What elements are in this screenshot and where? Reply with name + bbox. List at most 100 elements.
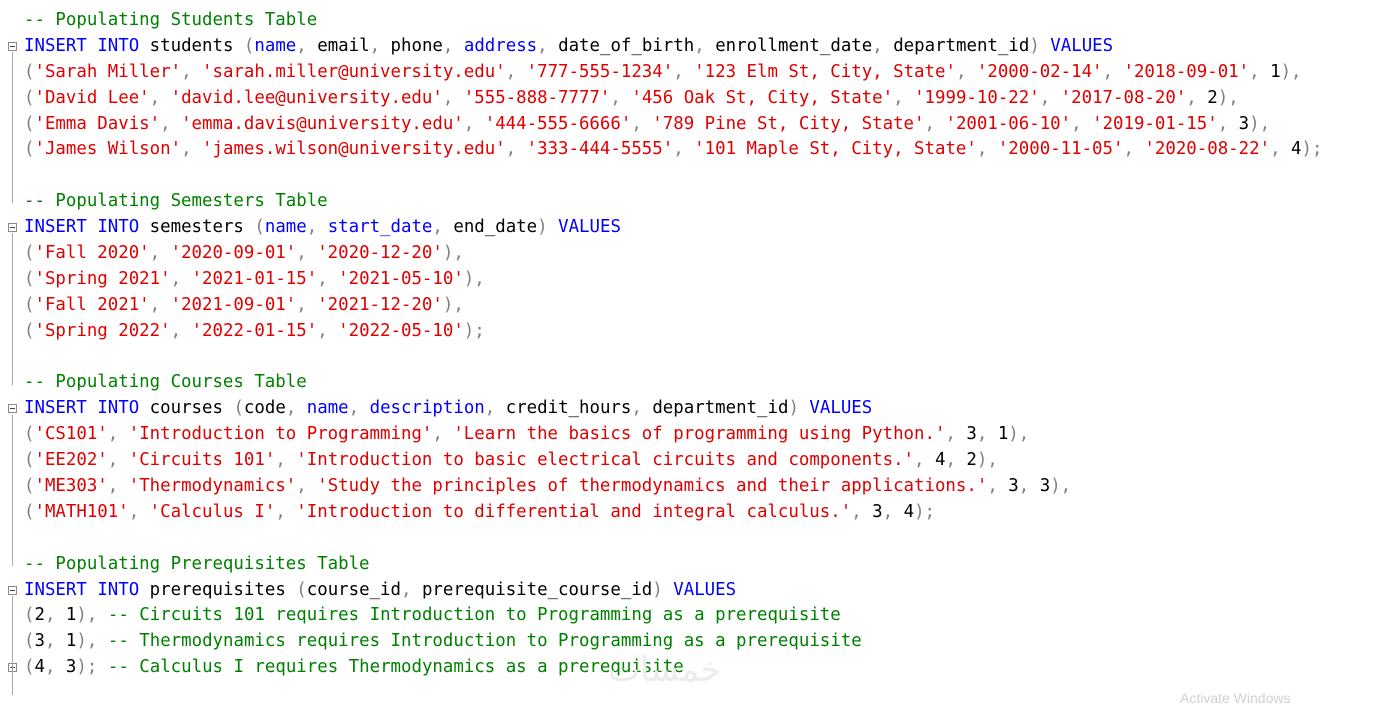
value: 'Spring 2021' xyxy=(34,268,171,289)
sql-comment: -- Populating Students Table xyxy=(24,10,318,30)
courses-comment-line[interactable]: -- Populating Courses Table xyxy=(0,370,1388,396)
punctuation: , xyxy=(1186,87,1208,108)
prerequisites-insert-line[interactable]: INSERT INTO prerequisites (course_id, pr… xyxy=(0,578,1388,604)
sql-keyword: INSERT xyxy=(24,579,87,600)
code-text: ('EE202', 'Circuits 101', 'Introduction … xyxy=(24,448,998,474)
students-value-row[interactable]: ('David Lee', 'david.lee@university.edu'… xyxy=(0,86,1388,112)
punctuation: , xyxy=(1102,61,1124,82)
courses-value-row[interactable]: ('MATH101', 'Calculus I', 'Introduction … xyxy=(0,500,1388,526)
collapse-toggle-icon[interactable] xyxy=(8,404,17,414)
punctuation: , xyxy=(484,398,506,419)
punctuation: , xyxy=(955,61,977,82)
value: '777-555-1234' xyxy=(526,61,674,82)
code-text: ('CS101', 'Introduction to Programming',… xyxy=(24,422,1029,448)
punctuation: , xyxy=(987,476,1009,497)
punctuation: ( xyxy=(296,579,307,600)
sql-keyword: VALUES xyxy=(1050,35,1114,56)
semesters-value-row[interactable]: ('Fall 2020', '2020-09-01', '2020-12-20'… xyxy=(0,241,1388,267)
semesters-value-row[interactable]: ('Spring 2021', '2021-01-15', '2021-05-1… xyxy=(0,267,1388,293)
punctuation: , xyxy=(275,450,297,471)
value: '789 Pine St, City, State' xyxy=(652,113,925,134)
semesters-comment-line[interactable]: -- Populating Semesters Table xyxy=(0,189,1388,215)
punctuation: ), xyxy=(442,294,464,315)
prerequisites-comment-line[interactable]: -- Populating Prerequisites Table xyxy=(0,552,1388,578)
code-text: INSERT INTO students (name, email, phone… xyxy=(24,34,1113,60)
punctuation: , xyxy=(882,501,904,522)
blank-line[interactable] xyxy=(0,163,1388,189)
students-value-row[interactable]: ('James Wilson', 'james.wilson@universit… xyxy=(0,137,1388,163)
punctuation: , xyxy=(432,424,454,445)
prerequisites-value-row[interactable]: (2, 1), -- Circuits 101 requires Introdu… xyxy=(0,603,1388,629)
punctuation: ) xyxy=(1029,35,1040,56)
collapse-toggle-icon[interactable] xyxy=(8,223,17,233)
courses-value-row[interactable]: ('CS101', 'Introduction to Programming',… xyxy=(0,422,1388,448)
punctuation: , xyxy=(149,294,171,315)
sql-keyword: INSERT xyxy=(24,217,87,238)
punctuation: , xyxy=(924,113,946,134)
code-text: INSERT INTO semesters (name, start_date,… xyxy=(24,215,621,241)
blank-line[interactable] xyxy=(0,526,1388,552)
punctuation: ( xyxy=(24,243,35,264)
value: 'Introduction to Programming' xyxy=(128,424,433,445)
punctuation: , xyxy=(432,217,454,238)
students-value-row[interactable]: ('Emma Davis', 'emma.davis@university.ed… xyxy=(0,112,1388,138)
value: 'Circuits 101' xyxy=(128,450,276,471)
punctuation: , xyxy=(1249,61,1271,82)
semesters-value-row[interactable]: ('Spring 2022', '2022-01-15', '2022-05-1… xyxy=(0,319,1388,345)
value: '2001-06-10' xyxy=(945,113,1072,134)
prerequisites-value-row[interactable]: (4, 3); -- Calculus I requires Thermodyn… xyxy=(0,655,1388,681)
column-name: start_date xyxy=(327,217,433,238)
sql-keyword: INSERT xyxy=(24,35,87,56)
column-name: email xyxy=(317,35,370,56)
sql-keyword: VALUES xyxy=(809,398,873,419)
sql-comment: -- Populating Courses Table xyxy=(24,372,307,393)
table-name: semesters xyxy=(139,217,255,238)
semesters-value-row[interactable]: ('Fall 2021', '2021-09-01', '2021-12-20'… xyxy=(0,293,1388,319)
courses-insert-line[interactable]: INSERT INTO courses (code, name, descrip… xyxy=(0,396,1388,422)
punctuation: , xyxy=(442,35,464,56)
punctuation: ), xyxy=(976,450,998,471)
punctuation: , xyxy=(976,424,998,445)
sql-editor[interactable]: -- Populating Students Table INSERT INTO … xyxy=(0,8,1388,696)
column-name: end_date xyxy=(453,217,538,238)
value: '2021-01-15' xyxy=(191,268,318,289)
courses-value-row[interactable]: ('EE202', 'Circuits 101', 'Introduction … xyxy=(0,448,1388,474)
students-insert-line[interactable]: INSERT INTO students (name, email, phone… xyxy=(0,34,1388,60)
value: '456 Oak St, City, State' xyxy=(631,87,894,108)
punctuation: , xyxy=(976,139,998,160)
table-name: prerequisites xyxy=(139,579,297,600)
blank-line[interactable] xyxy=(0,345,1388,371)
collapse-toggle-icon[interactable] xyxy=(8,41,17,51)
punctuation: , xyxy=(945,450,967,471)
students-value-row[interactable]: ('Sarah Miller', 'sarah.miller@universit… xyxy=(0,60,1388,86)
punctuation: , xyxy=(160,113,182,134)
punctuation: , xyxy=(296,476,318,497)
fold-guide-line xyxy=(12,414,13,566)
students-comment-line[interactable]: -- Populating Students Table xyxy=(0,8,1388,34)
value: 'Spring 2022' xyxy=(34,320,171,341)
courses-value-row[interactable]: ('ME303', 'Thermodynamics', 'Study the p… xyxy=(0,474,1388,500)
punctuation: ), xyxy=(1249,113,1271,134)
punctuation: ), xyxy=(442,243,464,264)
collapse-toggle-icon[interactable] xyxy=(8,585,17,595)
punctuation: ( xyxy=(24,320,35,341)
code-text: -- Populating Semesters Table xyxy=(24,189,328,215)
code-text: ('Spring 2021', '2021-01-15', '2021-05-1… xyxy=(24,267,485,293)
punctuation: , xyxy=(442,87,464,108)
punctuation: , xyxy=(694,35,716,56)
semesters-insert-line[interactable]: INSERT INTO semesters (name, start_date,… xyxy=(0,215,1388,241)
punctuation: , xyxy=(317,320,339,341)
value: 1 xyxy=(1270,61,1281,82)
value: 'Emma Davis' xyxy=(34,113,161,134)
punctuation: ), xyxy=(463,268,485,289)
punctuation: , xyxy=(400,579,422,600)
punctuation: , xyxy=(463,113,485,134)
column-name: phone xyxy=(390,35,443,56)
punctuation: ); xyxy=(1301,139,1323,160)
prerequisites-value-row[interactable]: (3, 1), -- Thermodynamics requires Intro… xyxy=(0,629,1388,655)
